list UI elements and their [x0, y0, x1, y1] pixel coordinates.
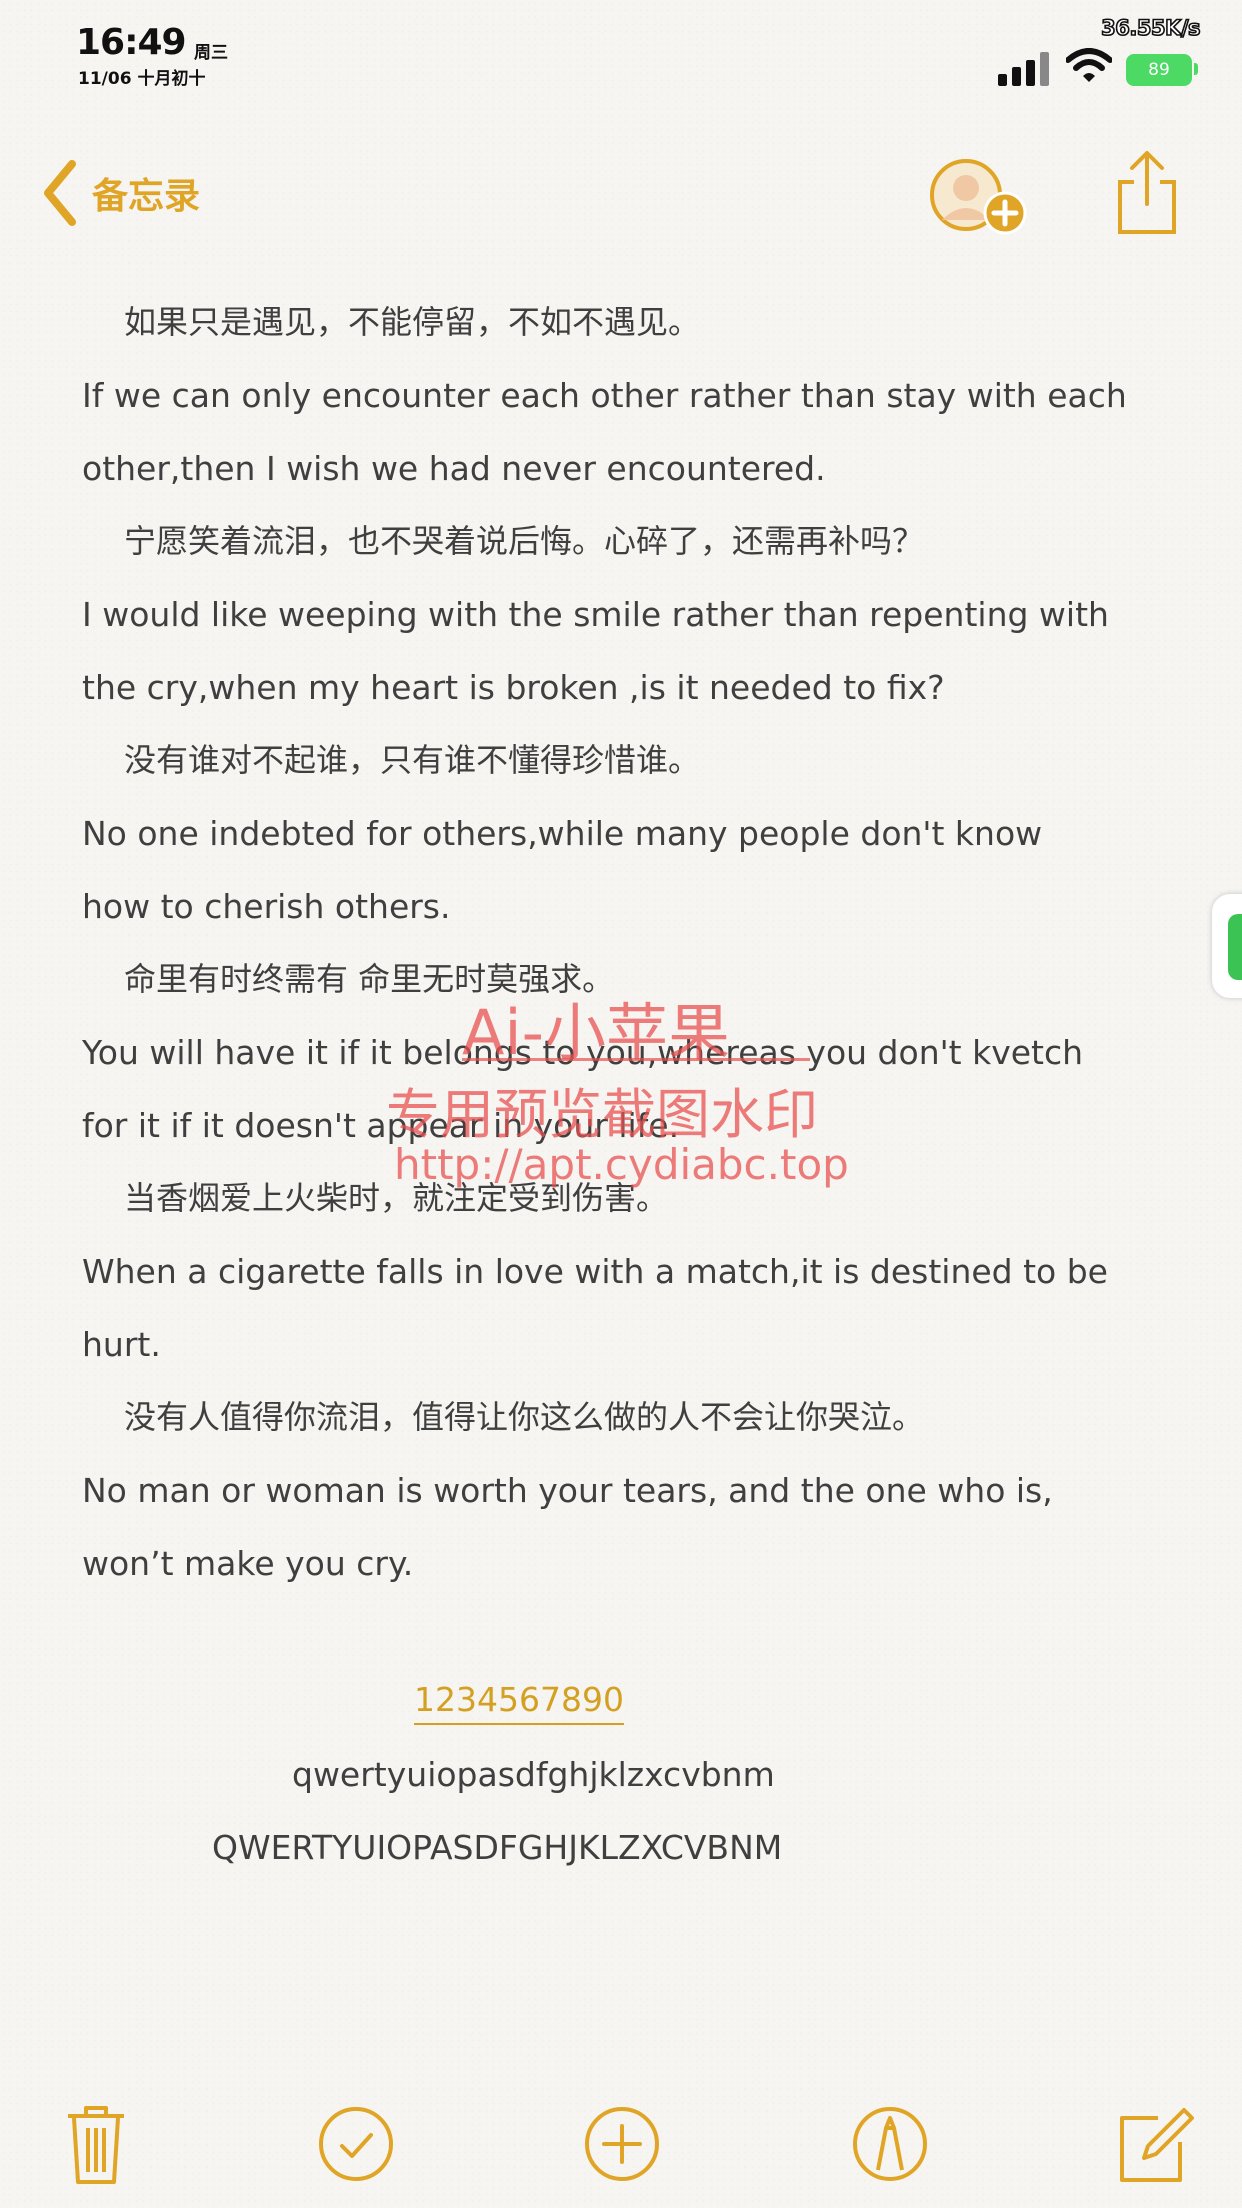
note-line: No man or woman is worth your tears, and…: [82, 1471, 1053, 1510]
status-time: 16:49: [76, 22, 187, 63]
battery-tip: [1194, 63, 1198, 75]
note-uppercase-line: QWERTYUIOPASDFGHJKLZXCVBNM: [212, 1828, 783, 1867]
note-line: 如果只是遇见，不能停留，不如不遇见。: [124, 303, 701, 341]
side-pull-tab[interactable]: [1212, 894, 1242, 998]
markup-icon[interactable]: [848, 2102, 932, 2186]
note-line: won’t make you cry.: [82, 1544, 414, 1583]
compose-icon[interactable]: [1112, 2102, 1196, 2186]
note-body[interactable]: 如果只是遇见，不能停留，不如不遇见。 If we can only encount…: [82, 286, 1192, 1600]
checklist-icon[interactable]: [314, 2102, 398, 2186]
add-person-icon[interactable]: [928, 158, 1028, 238]
note-line: I would like weeping with the smile rath…: [82, 595, 1109, 634]
trash-icon[interactable]: [54, 2102, 138, 2186]
back-label: 备忘录: [92, 176, 201, 217]
watermark-line3: http://apt.cydiabc.top: [394, 1140, 849, 1189]
note-line: how to cherish others.: [82, 887, 451, 926]
wifi-icon: [1066, 48, 1112, 82]
add-icon[interactable]: [580, 2102, 664, 2186]
back-button[interactable]: 备忘录: [40, 160, 200, 226]
signal-bars-icon: [998, 52, 1050, 86]
status-date: 11/06 十月初十: [78, 69, 206, 89]
share-icon[interactable]: [1112, 150, 1182, 236]
note-line: 没有谁对不起谁，只有谁不懂得珍惜谁。: [124, 741, 701, 779]
note-line: No one indebted for others,while many pe…: [82, 814, 1043, 853]
note-link-digits[interactable]: 1234567890: [414, 1663, 624, 1725]
note-line: If we can only encounter each other rath…: [82, 376, 1127, 415]
battery-indicator: 89: [1126, 54, 1192, 86]
watermark-line2: 专用预览截图水印: [386, 1083, 818, 1146]
note-line: When a cigarette falls in love with a ma…: [82, 1252, 1108, 1291]
chevron-left-icon: [44, 160, 76, 226]
note-line: 没有人值得你流泪，值得让你这么做的人不会让你哭泣。: [124, 1398, 925, 1436]
note-line: 宁愿笑着流泪，也不哭着说后悔。心碎了，还需再补吗？: [124, 522, 925, 560]
note-line: hurt.: [82, 1325, 161, 1364]
note-line: the cry,when my heart is broken ,is it n…: [82, 668, 945, 707]
note-line: other,then I wish we had never encounter…: [82, 449, 826, 488]
note-lowercase-line: qwertyuiopasdfghjklzxcvbnm: [292, 1755, 775, 1794]
network-speed: 36.55K/s: [1100, 15, 1201, 41]
watermark-underline: [462, 1058, 810, 1061]
status-weekday: 周三: [194, 43, 228, 63]
